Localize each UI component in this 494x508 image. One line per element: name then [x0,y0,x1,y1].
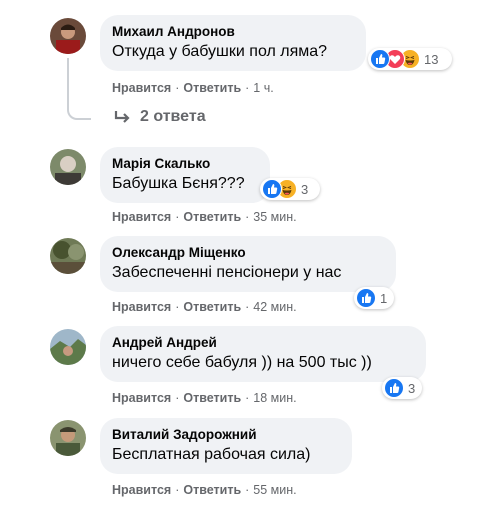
comment-bubble: Марія Скалько Бабушка Бєня??? [100,147,270,203]
comment-bubble: Андрей Андрей ничего себе бабуля )) на 5… [100,326,426,382]
comment-author[interactable]: Марія Скалько [112,155,258,172]
comment-author[interactable]: Олександр Міщенко [112,244,384,261]
like-action[interactable]: Нравится [112,391,171,405]
comment-time[interactable]: 35 мин. [253,210,296,224]
reaction-summary[interactable]: 1 [354,287,394,309]
reply-action[interactable]: Ответить [183,210,241,224]
like-action[interactable]: Нравится [112,81,171,95]
comment-author[interactable]: Андрей Андрей [112,334,414,351]
avatar[interactable] [50,149,86,185]
like-action[interactable]: Нравится [112,300,171,314]
reaction-summary[interactable]: 3 [382,377,422,399]
comment-text: Откуда у бабушки пол ляма? [112,43,328,60]
comment-text: Бесплатная рабочая сила) [112,446,311,463]
comment-bubble: Виталий Задорожний Бесплатная рабочая си… [100,418,352,474]
reply-action[interactable]: Ответить [183,483,241,497]
reaction-summary[interactable]: 13 [368,48,452,70]
reaction-count: 1 [380,290,388,306]
comment-actions: Нравится · Ответить · 18 мин. [112,391,297,405]
comment-author[interactable]: Виталий Задорожний [112,426,340,443]
reaction-count: 3 [408,380,416,396]
avatar[interactable] [50,238,86,274]
comment-actions: Нравится · Ответить · 55 мин. [112,483,297,497]
comment-author[interactable]: Михаил Андронов [112,23,354,40]
comment-actions: Нравится · Ответить · 35 мин. [112,210,297,224]
comment-text: Бабушка Бєня??? [112,175,245,192]
like-icon [356,288,376,308]
reaction-summary[interactable]: 3 [260,178,320,200]
comment-time[interactable]: 1 ч. [253,81,273,95]
comment-text: Забеспеченні пенсіонери у нас [112,264,342,281]
reply-action[interactable]: Ответить [183,81,241,95]
view-replies-link[interactable]: 2 ответа [114,108,206,126]
comment-bubble: Олександр Міщенко Забеспеченні пенсіонер… [100,236,396,292]
like-icon [370,49,390,69]
comment-time[interactable]: 18 мин. [253,391,296,405]
reply-action[interactable]: Ответить [183,391,241,405]
view-replies-label: 2 ответа [140,108,206,125]
avatar[interactable] [50,329,86,365]
avatar[interactable] [50,18,86,54]
reaction-count: 3 [301,181,309,197]
avatar[interactable] [50,420,86,456]
comment-actions: Нравится · Ответить · 1 ч. [112,81,274,95]
comment-actions: Нравится · Ответить · 42 мин. [112,300,297,314]
reaction-count: 13 [424,51,439,67]
like-icon [262,179,282,199]
like-action[interactable]: Нравится [112,210,171,224]
comment-time[interactable]: 42 мин. [253,300,296,314]
like-icon [384,378,404,398]
comment-time[interactable]: 55 мин. [253,483,296,497]
reply-action[interactable]: Ответить [183,300,241,314]
thread-line [67,58,91,120]
like-action[interactable]: Нравится [112,483,171,497]
reply-arrow-icon [114,111,130,123]
comment-text: ничего себе бабуля )) на 500 тыс )) [112,354,372,371]
comment-bubble: Михаил Андронов Откуда у бабушки пол лям… [100,15,366,71]
